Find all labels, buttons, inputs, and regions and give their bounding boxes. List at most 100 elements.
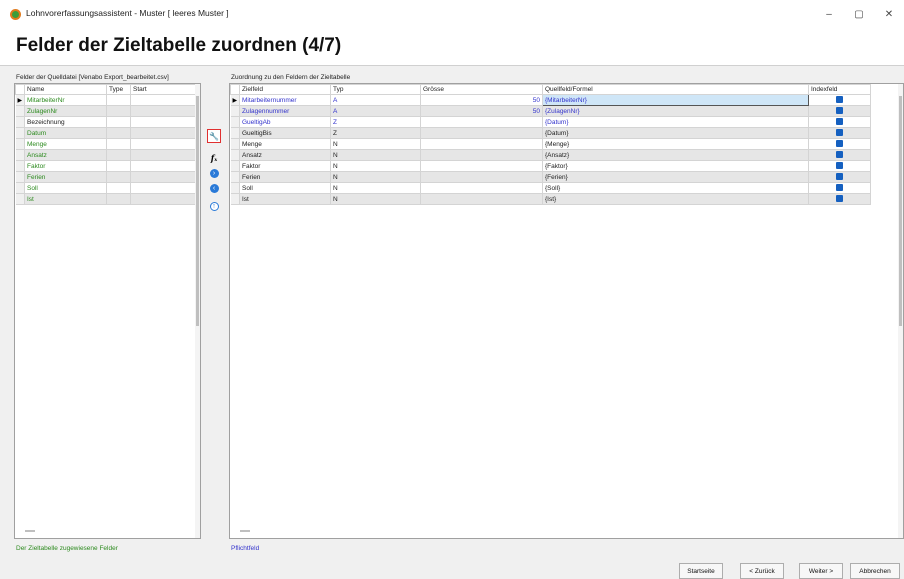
index-checkbox-icon[interactable] — [836, 129, 843, 137]
target-row[interactable]: Faktor N {Faktor} — [230, 160, 871, 172]
index-field-cell[interactable] — [808, 127, 871, 139]
source-field-name[interactable]: Ansatz — [24, 149, 107, 161]
source-row[interactable]: ZulagenNr — [15, 105, 198, 117]
target-source-formula[interactable]: {Menge} — [542, 138, 809, 150]
index-field-cell[interactable] — [808, 105, 871, 117]
target-row[interactable]: Ferien N {Ferien} — [230, 171, 871, 183]
source-row[interactable]: Menge — [15, 138, 198, 150]
target-field-size[interactable] — [420, 182, 543, 194]
column-header-size[interactable]: Grösse — [420, 84, 543, 95]
target-field-name[interactable]: Mitarbeiternummer — [239, 94, 331, 106]
source-field-name[interactable]: Ist — [24, 193, 107, 205]
source-row[interactable]: Ist — [15, 193, 198, 205]
source-field-start[interactable] — [130, 127, 198, 139]
source-field-type[interactable] — [106, 149, 131, 161]
target-field-size[interactable] — [420, 171, 543, 183]
index-field-cell[interactable] — [808, 149, 871, 161]
target-field-name[interactable]: GueltigAb — [239, 116, 331, 128]
source-field-start[interactable] — [130, 149, 198, 161]
index-checkbox-icon[interactable] — [836, 140, 843, 148]
target-row[interactable]: Menge N {Menge} — [230, 138, 871, 150]
cancel-button[interactable]: Abbrechen — [850, 563, 900, 579]
source-field-start[interactable] — [130, 138, 198, 150]
index-checkbox-icon[interactable] — [836, 162, 843, 170]
target-row[interactable]: Ansatz N {Ansatz} — [230, 149, 871, 161]
index-field-cell[interactable] — [808, 116, 871, 128]
target-field-name[interactable]: Ist — [239, 193, 331, 205]
target-field-size[interactable] — [420, 116, 543, 128]
target-source-formula[interactable]: {Faktor} — [542, 160, 809, 172]
minimize-button[interactable]: – — [814, 4, 844, 24]
column-header-name[interactable]: Name — [24, 84, 107, 95]
source-field-type[interactable] — [106, 160, 131, 172]
source-field-type[interactable] — [106, 182, 131, 194]
target-source-formula[interactable]: {Ferien} — [542, 171, 809, 183]
source-row[interactable]: Soll — [15, 182, 198, 194]
target-field-name[interactable]: Ansatz — [239, 149, 331, 161]
index-checkbox-icon[interactable] — [836, 118, 843, 126]
target-field-size[interactable] — [420, 149, 543, 161]
column-header-source-formula[interactable]: Quellfeld/Formel — [542, 84, 809, 95]
source-field-type[interactable] — [106, 105, 131, 117]
source-field-start[interactable] — [130, 105, 198, 117]
target-field-size[interactable] — [420, 127, 543, 139]
source-field-start[interactable] — [130, 116, 198, 128]
target-field-name[interactable]: Soll — [239, 182, 331, 194]
target-field-size[interactable]: 50 — [420, 94, 543, 106]
source-field-type[interactable] — [106, 138, 131, 150]
target-field-type[interactable]: N — [330, 149, 421, 161]
index-field-cell[interactable] — [808, 171, 871, 183]
target-row[interactable]: Soll N {Soll} — [230, 182, 871, 194]
scroll-thumb[interactable] — [196, 96, 199, 326]
target-scrollbar[interactable] — [898, 84, 903, 538]
source-field-name[interactable]: MitarbeiterNr — [24, 94, 107, 106]
target-field-type[interactable]: N — [330, 160, 421, 172]
target-field-type[interactable]: Z — [330, 127, 421, 139]
source-field-start[interactable] — [130, 171, 198, 183]
index-checkbox-icon[interactable] — [836, 96, 843, 104]
source-field-name[interactable]: Bezeichnung — [24, 116, 107, 128]
source-row[interactable]: Ansatz — [15, 149, 198, 161]
source-field-name[interactable]: Soll — [24, 182, 107, 194]
source-field-type[interactable] — [106, 94, 131, 106]
source-field-name[interactable]: Datum — [24, 127, 107, 139]
target-field-type[interactable]: N — [330, 171, 421, 183]
target-row[interactable]: ▶ Mitarbeiternummer A 50 {MitarbeiterNr} — [230, 94, 871, 106]
target-field-name[interactable]: Faktor — [239, 160, 331, 172]
index-field-cell[interactable] — [808, 94, 871, 106]
target-field-type[interactable]: N — [330, 138, 421, 150]
column-header-type[interactable]: Typ — [330, 84, 421, 95]
source-field-start[interactable] — [130, 193, 198, 205]
source-field-type[interactable] — [106, 171, 131, 183]
source-row[interactable]: Ferien — [15, 171, 198, 183]
target-source-formula[interactable]: {Ist} — [542, 193, 809, 205]
source-hscroll-thumb[interactable] — [25, 530, 35, 532]
source-field-name[interactable]: ZulagenNr — [24, 105, 107, 117]
source-row[interactable]: Bezeichnung — [15, 116, 198, 128]
close-button[interactable]: ✕ — [874, 4, 904, 24]
target-row[interactable]: Zulagennummer A 50 {ZulagenNr} — [230, 105, 871, 117]
target-source-formula[interactable]: {ZulagenNr} — [542, 105, 809, 117]
scroll-thumb[interactable] — [899, 96, 902, 326]
source-field-start[interactable] — [130, 182, 198, 194]
formula-button[interactable]: fx — [207, 151, 221, 165]
target-field-size[interactable] — [420, 193, 543, 205]
assign-wand-button[interactable]: 🔧 — [207, 129, 221, 143]
column-header-type[interactable]: Type — [106, 84, 131, 95]
target-source-formula[interactable]: {Datum} — [542, 127, 809, 139]
target-field-type[interactable]: A — [330, 94, 421, 106]
source-field-type[interactable] — [106, 116, 131, 128]
column-header-index[interactable]: Indexfeld — [808, 84, 871, 95]
index-checkbox-icon[interactable] — [836, 151, 843, 159]
index-field-cell[interactable] — [808, 138, 871, 150]
back-button[interactable]: < Zurück — [740, 563, 784, 579]
index-checkbox-icon[interactable] — [836, 184, 843, 192]
target-field-type[interactable]: N — [330, 182, 421, 194]
source-field-name[interactable]: Menge — [24, 138, 107, 150]
target-source-formula[interactable]: {Ansatz} — [542, 149, 809, 161]
source-field-name[interactable]: Faktor — [24, 160, 107, 172]
target-field-size[interactable] — [420, 160, 543, 172]
source-row[interactable]: ▶ MitarbeiterNr — [15, 94, 198, 106]
source-scrollbar[interactable] — [195, 84, 200, 538]
move-left-button[interactable]: ‹ — [207, 181, 221, 195]
